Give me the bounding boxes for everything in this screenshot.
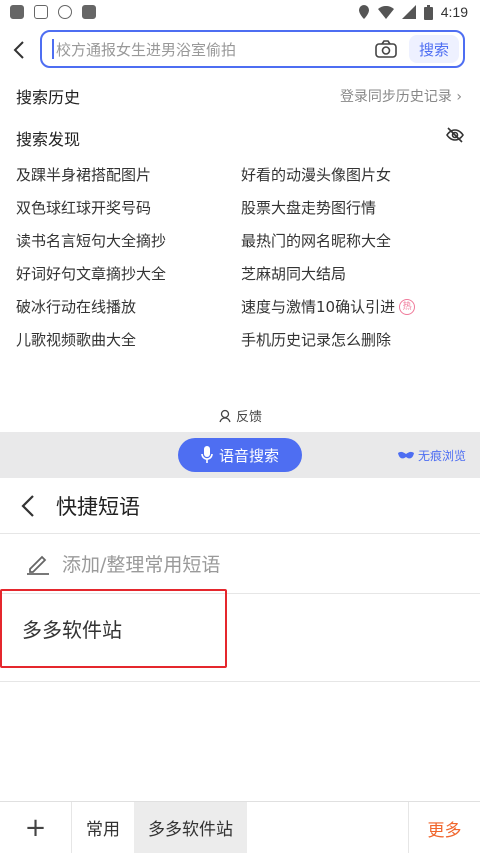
discover-item-hot[interactable]: 速度与激情10确认引进 热 <box>241 296 466 317</box>
discover-row: 双色球红球开奖号码 股票大盘走势图行情 <box>16 191 466 224</box>
discover-item[interactable]: 儿歌视频歌曲大全 <box>16 329 241 350</box>
search-discover-title: 搜索发现 <box>16 130 81 149</box>
discover-item[interactable]: 双色球红球开奖号码 <box>16 197 241 218</box>
feedback-link[interactable]: 反馈 <box>0 406 480 425</box>
a-notification-icon <box>82 5 96 19</box>
discover-row: 儿歌视频歌曲大全 手机历史记录怎么删除 <box>16 323 466 356</box>
discover-item[interactable]: 读书名言短句大全摘抄 <box>16 230 241 251</box>
pencil-icon <box>27 555 49 575</box>
search-input[interactable]: 校方通报女生进男浴室偷拍 <box>54 39 375 60</box>
eye-off-icon[interactable] <box>446 127 464 143</box>
discover-row: 及踝半身裙搭配图片 好看的动漫头像图片女 <box>16 158 466 191</box>
camera-icon[interactable] <box>375 40 397 58</box>
keyboard-bottom-bar: + 常用 多多软件站 更多 <box>0 801 480 853</box>
discover-row: 破冰行动在线播放 速度与激情10确认引进 热 <box>16 290 466 323</box>
add-phrase-button[interactable]: 添加/整理常用短语 <box>0 534 480 594</box>
chevron-left-icon <box>13 41 24 59</box>
app-notification-icon <box>10 5 24 19</box>
discover-item[interactable]: 好看的动漫头像图片女 <box>241 164 466 185</box>
discover-row: 读书名言短句大全摘抄 最热门的网名昵称大全 <box>16 224 466 257</box>
feedback-icon <box>219 409 231 422</box>
hot-badge: 热 <box>399 298 416 315</box>
tab-common[interactable]: 常用 <box>72 802 134 853</box>
incognito-label: 无痕浏览 <box>417 449 466 463</box>
discover-item[interactable]: 最热门的网名昵称大全 <box>241 230 466 251</box>
mask-icon <box>397 451 414 458</box>
phrase-back-button[interactable] <box>0 494 56 517</box>
chevron-left-icon <box>21 494 34 517</box>
discover-item-label: 速度与激情10确认引进 <box>241 298 396 316</box>
wifi-icon <box>377 5 394 19</box>
settings-notification-icon <box>58 5 72 19</box>
voice-search-button[interactable]: 语音搜索 <box>178 438 302 472</box>
more-button[interactable]: 更多 <box>408 802 480 853</box>
quick-phrase-header: 快捷短语 <box>0 478 480 534</box>
signal-icon <box>401 5 416 19</box>
discover-list: 及踝半身裙搭配图片 好看的动漫头像图片女 双色球红球开奖号码 股票大盘走势图行情… <box>16 158 466 356</box>
discover-item[interactable]: 芝麻胡同大结局 <box>241 263 466 284</box>
quick-phrase-title: 快捷短语 <box>56 494 140 519</box>
sync-history-link[interactable]: 登录同步历史记录 › <box>340 86 462 106</box>
search-row: 校方通报女生进男浴室偷拍 搜索 <box>0 28 480 72</box>
voice-search-bar: 语音搜索 无痕浏览 <box>0 432 480 478</box>
discover-item[interactable]: 破冰行动在线播放 <box>16 296 241 317</box>
discover-item[interactable]: 手机历史记录怎么删除 <box>241 329 466 350</box>
feedback-label: 反馈 <box>235 410 262 425</box>
add-phrase-label: 添加/整理常用短语 <box>62 554 221 576</box>
discover-item[interactable]: 股票大盘走势图行情 <box>241 197 466 218</box>
status-bar: 4:19 <box>0 0 480 24</box>
location-icon <box>358 5 369 19</box>
search-history-title: 搜索历史 <box>16 88 81 107</box>
microphone-icon <box>201 446 213 463</box>
highlight-annotation-box <box>0 589 227 668</box>
clock: 4:19 <box>440 4 468 20</box>
incognito-browse-button[interactable]: 无痕浏览 <box>397 447 466 464</box>
discover-item[interactable]: 好词好句文章摘抄大全 <box>16 263 241 284</box>
battery-icon <box>423 4 433 20</box>
search-box[interactable]: 校方通报女生进男浴室偷拍 搜索 <box>40 30 465 68</box>
discover-row: 好词好句文章摘抄大全 芝麻胡同大结局 <box>16 257 466 290</box>
add-category-button[interactable]: + <box>0 801 72 853</box>
discover-item[interactable]: 及踝半身裙搭配图片 <box>16 164 241 185</box>
keyboard-icon <box>34 5 48 19</box>
search-button[interactable]: 搜索 <box>408 35 459 63</box>
back-button[interactable] <box>0 30 38 70</box>
tab-duoduo[interactable]: 多多软件站 <box>134 801 247 853</box>
voice-search-label: 语音搜索 <box>218 446 279 465</box>
